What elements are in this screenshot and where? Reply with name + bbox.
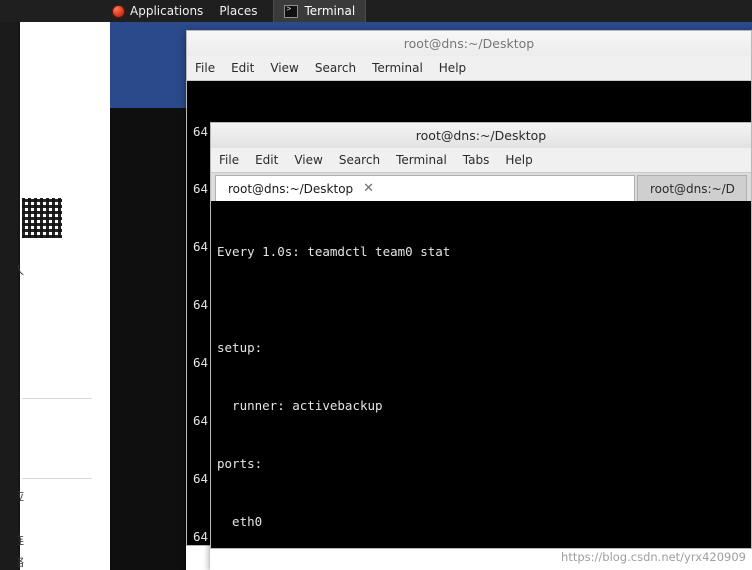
applications-menu-label: Applications xyxy=(130,4,204,18)
terminal-title-background: root@dns:~/Desktop xyxy=(403,36,535,51)
menu-help[interactable]: Help xyxy=(505,153,532,167)
menu-terminal[interactable]: Terminal xyxy=(396,153,447,167)
terminal-title-active: root@dns:~/Desktop xyxy=(415,128,547,143)
menu-edit[interactable]: Edit xyxy=(231,61,254,75)
terminal-tab-2[interactable]: root@dns:~/D xyxy=(637,175,747,201)
menu-search[interactable]: Search xyxy=(339,153,380,167)
desktop-left-strip xyxy=(0,0,18,570)
menu-file[interactable]: File xyxy=(219,153,239,167)
terminal-line: Every 1.0s: teamdctl team0 stat xyxy=(217,243,451,259)
terminal-tabbar[interactable]: root@dns:~/Desktop ✕ root@dns:~/D xyxy=(210,173,752,201)
terminal-tab-2-label: root@dns:~/D xyxy=(650,181,735,196)
watermark-text: https://blog.csdn.net/yrx420909 xyxy=(561,550,746,564)
menu-view[interactable]: View xyxy=(270,61,298,75)
places-menu[interactable]: Places xyxy=(211,0,265,22)
close-icon[interactable]: ✕ xyxy=(363,182,374,195)
browser-divider-2 xyxy=(22,478,92,479)
taskbar-item-terminal-label: Terminal xyxy=(304,4,356,18)
top-panel[interactable]: Applications Places Terminal xyxy=(0,0,752,22)
taskbar-item-terminal[interactable]: Terminal xyxy=(273,0,367,22)
terminal-line: runner: activebackup xyxy=(217,397,383,413)
terminal-window-active[interactable]: root@dns:~/Desktop File Edit View Search… xyxy=(210,122,752,570)
terminal-icon xyxy=(284,4,299,18)
menu-help[interactable]: Help xyxy=(439,61,466,75)
menu-edit[interactable]: Edit xyxy=(255,153,278,167)
terminal-titlebar-background[interactable]: root@dns:~/Desktop xyxy=(186,30,752,56)
fedora-icon xyxy=(112,4,125,18)
menu-view[interactable]: View xyxy=(294,153,322,167)
terminal-menubar-active[interactable]: File Edit View Search Terminal Tabs Help xyxy=(210,148,752,173)
menu-search[interactable]: Search xyxy=(315,61,356,75)
terminal-output-active[interactable]: Every 1.0s: teamdctl team0 stat setup: r… xyxy=(210,201,752,549)
terminal-line: ports: xyxy=(217,455,263,471)
qr-code-image xyxy=(22,198,62,238)
terminal-menubar-background[interactable]: File Edit View Search Terminal Help xyxy=(186,56,752,81)
menu-tabs[interactable]: Tabs xyxy=(463,153,490,167)
terminal-line: eth0 xyxy=(217,513,263,529)
applications-menu[interactable]: Applications xyxy=(0,0,211,22)
terminal-tab-1[interactable]: root@dns:~/Desktop ✕ xyxy=(215,175,635,201)
menu-file[interactable]: File xyxy=(195,61,215,75)
menu-terminal[interactable]: Terminal xyxy=(372,61,423,75)
places-menu-label: Places xyxy=(219,4,258,18)
terminal-tab-1-label: root@dns:~/Desktop xyxy=(228,181,354,196)
terminal-line: setup: xyxy=(217,340,263,356)
browser-divider-1 xyxy=(22,398,92,399)
terminal-titlebar-active[interactable]: root@dns:~/Desktop xyxy=(210,122,752,148)
